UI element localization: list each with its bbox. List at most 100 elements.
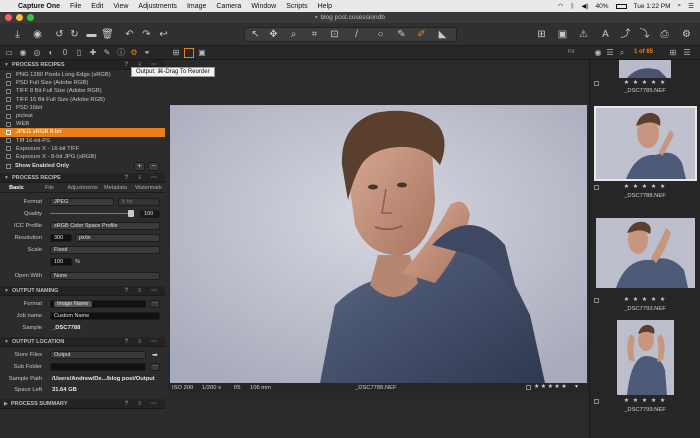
straighten-tool-icon[interactable]: / xyxy=(349,27,364,42)
menu-edit[interactable]: Edit xyxy=(91,3,103,10)
rotate-right-icon[interactable]: ↻ xyxy=(67,27,82,42)
recipe-item[interactable]: TIff 16-bit-PS xyxy=(0,137,165,145)
recipe-item[interactable]: TIFF 8 Bit Full Size (Adobe RGB) xyxy=(0,87,165,95)
process-recipe-header[interactable]: ▼ PROCESS RECIPE ? ≡ ⋯ xyxy=(0,173,165,184)
batch-tab-icon[interactable]: ⚭ xyxy=(142,48,152,58)
undo-icon[interactable]: ↶ xyxy=(122,27,137,42)
store-files-select[interactable]: Output xyxy=(50,351,146,360)
quality-input[interactable]: 100 xyxy=(140,210,160,219)
browser-grid-icon[interactable]: ⊞ xyxy=(668,48,678,58)
main-photo[interactable] xyxy=(170,105,587,383)
minimize-window-button[interactable] xyxy=(16,14,23,21)
pan-tool-icon[interactable]: ✥ xyxy=(266,27,281,42)
format-select[interactable]: JPEG xyxy=(50,198,114,207)
output-tab-gear-icon[interactable]: ⚙ xyxy=(129,48,139,58)
recipe-checkbox[interactable] xyxy=(6,113,11,119)
viewer-star-rating[interactable]: ★ ★ ★ ★ ★ xyxy=(534,384,566,390)
recipe-checkbox[interactable] xyxy=(6,88,11,94)
output-location-header[interactable]: ▼ OUTPUT LOCATION ? ≡ ⋯ xyxy=(0,337,165,348)
thumbnail-stars[interactable]: ★ ★ ★ ★ ★ xyxy=(592,297,698,304)
sort-icon[interactable]: ☰ xyxy=(605,48,615,58)
library-tab-icon[interactable]: ▭ xyxy=(4,48,14,58)
section-header-icons[interactable]: ? ≡ ⋯ xyxy=(125,400,162,407)
details-tab-icon[interactable]: ▯ xyxy=(74,48,84,58)
bluetooth-icon[interactable]: ᛒ xyxy=(570,3,574,10)
brush-tool-icon[interactable]: ✐ xyxy=(414,27,429,42)
thumbnail-2-selected[interactable]: ★ ★ ★ ★ ★ _DSC7788.NEF xyxy=(592,106,698,206)
section-header-icons[interactable]: ? ≡ ⋯ xyxy=(125,287,162,294)
menu-file[interactable]: File xyxy=(70,3,81,10)
picker-tool-icon[interactable]: ✎ xyxy=(394,27,409,42)
warning-icon[interactable]: ⚠ xyxy=(576,27,591,42)
tab-watermark[interactable]: Watermark xyxy=(132,185,165,191)
menu-view[interactable]: View xyxy=(113,3,128,10)
quality-slider-handle[interactable] xyxy=(128,210,134,218)
viewer-select-checkbox[interactable] xyxy=(526,385,531,390)
color-tag-menu-icon[interactable]: ▾ xyxy=(575,384,578,390)
grid-icon[interactable]: ⊞ xyxy=(534,27,549,42)
recipe-checkbox[interactable] xyxy=(6,138,11,144)
exposure-tab-icon[interactable]: 0 xyxy=(60,48,70,58)
quality-slider-track[interactable] xyxy=(50,213,134,215)
eraser-tool-icon[interactable]: ◣ xyxy=(435,27,450,42)
open-with-select[interactable]: None xyxy=(50,272,160,281)
naming-format-menu-button[interactable]: ⋯ xyxy=(150,300,160,309)
zoom-tool-icon[interactable]: ⌕ xyxy=(286,27,301,42)
grid-view-icon[interactable]: ⊞ xyxy=(171,48,181,58)
compare-icon[interactable]: ▣ xyxy=(555,27,570,42)
scale-select[interactable]: Fixed xyxy=(50,246,160,255)
spot-removal-icon[interactable]: ○ xyxy=(373,27,388,42)
sub-folder-input[interactable] xyxy=(50,363,146,372)
menu-app[interactable]: Capture One xyxy=(18,3,60,10)
color-tab-icon[interactable]: ◐ xyxy=(46,48,56,58)
go-to-folder-arrow-icon[interactable]: ➡ xyxy=(152,351,158,359)
rotate-left-icon[interactable]: ↺ xyxy=(52,27,67,42)
recipe-checkbox[interactable] xyxy=(6,146,11,152)
bit-depth-select[interactable]: 8 bit xyxy=(118,198,160,207)
recipe-item[interactable]: JPEG sRGB 8-bit xyxy=(0,128,165,137)
menu-scripts[interactable]: Scripts xyxy=(286,3,307,10)
recipe-checkbox[interactable] xyxy=(6,97,11,103)
show-enabled-checkbox[interactable] xyxy=(6,164,11,170)
metadata-tab-icon[interactable]: ⓘ xyxy=(116,48,126,58)
recipe-item[interactable]: WEB xyxy=(0,120,165,128)
apply-adjustments-icon[interactable]: ⤵ xyxy=(637,27,652,42)
section-header-icons[interactable]: ? ≡ ⋯ xyxy=(125,338,162,345)
search-browser-icon[interactable]: ⌕ xyxy=(617,48,627,58)
multi-view-icon[interactable]: ▣ xyxy=(197,48,207,58)
wifi-icon[interactable]: ◠ xyxy=(558,2,564,10)
tab-basic[interactable]: Basic xyxy=(0,185,33,191)
menu-window[interactable]: Window xyxy=(251,3,276,10)
import-icon[interactable]: ⤓ xyxy=(10,27,25,42)
job-name-input[interactable]: Custom Name xyxy=(50,312,160,321)
tab-adjustments[interactable]: Adjustments xyxy=(66,185,99,191)
text-annotation-icon[interactable]: A xyxy=(598,27,613,42)
reset-icon[interactable]: ↩ xyxy=(156,27,171,42)
recipe-checkbox[interactable] xyxy=(6,129,11,135)
crop-tool-icon[interactable]: ⌗ xyxy=(307,27,322,42)
select-tool-icon[interactable]: ↖ xyxy=(248,27,263,42)
folder-icon[interactable]: ▬ xyxy=(84,27,99,42)
zoom-window-button[interactable] xyxy=(27,14,34,21)
add-recipe-button[interactable]: + xyxy=(134,162,145,172)
thumbnail-stars[interactable]: ★ ★ ★ ★ ★ xyxy=(592,184,698,191)
menu-camera[interactable]: Camera xyxy=(216,3,241,10)
recipe-item[interactable]: PSD Full Size (Adobe RGB) xyxy=(0,79,165,87)
browser-list-icon[interactable]: ☰ xyxy=(682,48,692,58)
thumbnail-3[interactable]: ★ ★ ★ ★ ★ _DSC7793.NEF xyxy=(592,218,698,318)
single-view-icon[interactable] xyxy=(184,48,194,58)
battery-icon[interactable] xyxy=(615,3,627,9)
recipe-checkbox[interactable] xyxy=(6,154,11,160)
fit-zoom-label[interactable]: Fit xyxy=(568,49,574,55)
menu-adjustments[interactable]: Adjustments xyxy=(138,3,177,10)
browser-eye-icon[interactable]: ◉ xyxy=(593,48,603,58)
settings-gear-icon[interactable]: ⚙ xyxy=(679,27,694,42)
scale-percent-input[interactable]: 100 xyxy=(50,258,72,267)
clock[interactable]: Tue 1:22 PM xyxy=(634,3,671,10)
lens-tab-icon[interactable]: ◎ xyxy=(32,48,42,58)
search-icon[interactable]: ⌕ xyxy=(678,2,682,10)
adjustments-tab-icon[interactable]: ✎ xyxy=(102,48,112,58)
copy-adjustments-icon[interactable]: ⤴ xyxy=(618,27,633,42)
sub-folder-menu-button[interactable]: ⋯ xyxy=(150,363,160,372)
recipe-checkbox[interactable] xyxy=(6,105,11,111)
